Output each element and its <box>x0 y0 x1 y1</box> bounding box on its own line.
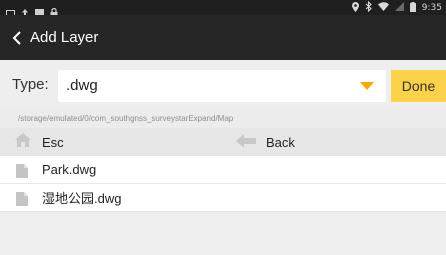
battery-icon <box>409 1 416 15</box>
nav-row: Esc Back <box>0 128 446 156</box>
current-path: /storage/emulated/0/com_southgnss_survey… <box>18 114 234 123</box>
done-button[interactable]: Done <box>391 70 446 102</box>
home-icon <box>14 132 32 152</box>
wifi-icon <box>377 2 389 14</box>
back-arrow-left-icon <box>236 133 256 152</box>
list-item[interactable]: 湿地公园.dwg <box>0 184 446 212</box>
location-icon <box>351 1 359 15</box>
back-arrow-icon[interactable] <box>6 15 28 60</box>
file-list: Park.dwg 湿地公园.dwg <box>0 156 446 212</box>
dropdown-arrow-icon[interactable] <box>360 82 374 90</box>
file-icon <box>16 191 28 206</box>
file-name: 湿地公园.dwg <box>42 191 122 206</box>
back-label: Back <box>266 134 295 150</box>
empty-list-area <box>0 214 446 255</box>
status-time: 9:35 <box>421 3 442 13</box>
signal-icon <box>394 2 404 14</box>
app-bar: Add Layer <box>0 15 446 60</box>
list-item[interactable]: Park.dwg <box>0 156 446 184</box>
esc-label: Esc <box>42 134 64 150</box>
type-row: Type: .dwg Done <box>0 60 446 108</box>
back-button[interactable]: Back <box>236 128 295 156</box>
type-value: .dwg <box>66 77 98 94</box>
type-label: Type: <box>12 76 49 93</box>
esc-button[interactable]: Esc <box>14 128 64 156</box>
bluetooth-icon <box>365 0 372 15</box>
file-name: Park.dwg <box>42 162 97 177</box>
file-icon <box>16 163 28 178</box>
type-dropdown[interactable]: .dwg <box>58 70 386 102</box>
status-bar: 9:35 <box>0 0 446 18</box>
page-title: Add Layer <box>30 29 99 46</box>
